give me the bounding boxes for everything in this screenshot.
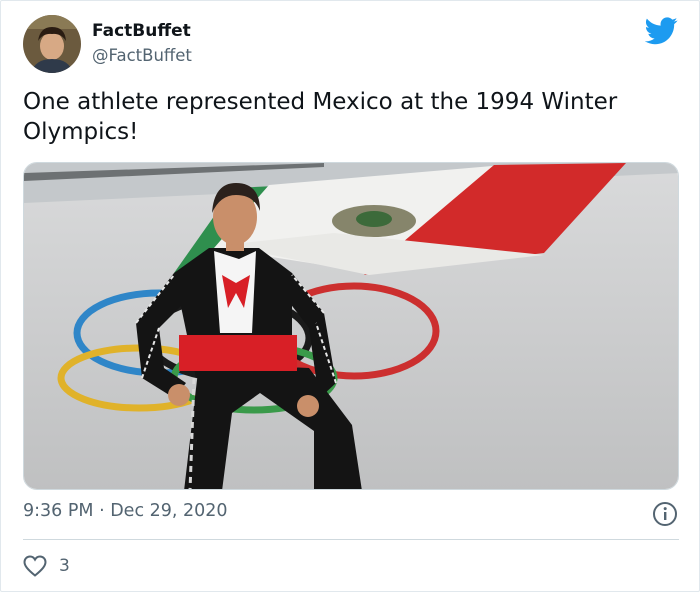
athlete-photo <box>24 163 678 489</box>
tweet-card: FactBuffet @FactBuffet One athlete repre… <box>0 0 700 592</box>
info-icon[interactable] <box>652 501 678 527</box>
like-button[interactable]: 3 <box>23 553 70 579</box>
like-count: 3 <box>59 556 70 576</box>
tweet-timestamp[interactable]: 9:36 PM · Dec 29, 2020 <box>23 501 228 521</box>
avatar-image <box>23 15 81 73</box>
author-handle[interactable]: @FactBuffet <box>92 46 192 65</box>
author-avatar[interactable] <box>23 15 81 73</box>
divider <box>23 539 679 540</box>
heart-icon <box>23 555 47 577</box>
tweet-text: One athlete represented Mexico at the 19… <box>23 89 618 145</box>
tweet-photo[interactable] <box>23 162 679 490</box>
twitter-bird-icon[interactable] <box>645 17 678 45</box>
author-display-name[interactable]: FactBuffet <box>92 21 191 41</box>
